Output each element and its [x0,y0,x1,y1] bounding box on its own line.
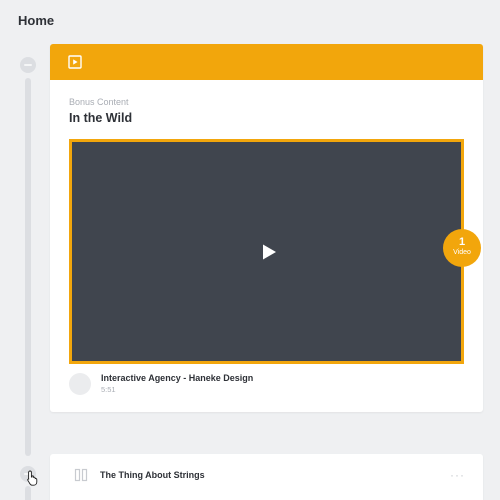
timeline-rail-lower [25,486,31,500]
card-title: In the Wild [69,111,133,125]
media-icon [68,55,82,69]
cursor-icon [27,470,38,486]
timeline-dot-top[interactable] [20,57,36,73]
video-duration: 5:51 [101,385,116,394]
video-player[interactable] [69,139,464,364]
card-header [50,44,483,80]
video-title[interactable]: Interactive Agency - Haneke Design [101,373,253,383]
play-icon[interactable] [260,243,278,261]
video-count-badge: 1 Video [443,229,481,267]
content-card: Bonus Content In the Wild 1 Video Intera… [50,44,483,412]
card-eyebrow: Bonus Content [69,97,129,107]
module-icon [74,468,88,482]
next-module-card[interactable]: The Thing About Strings ··· [50,454,483,500]
video-count-label: Video [453,249,471,256]
next-module-title: The Thing About Strings [100,470,205,480]
page: Home Bonus Content In the Wild 1 Video I… [0,0,500,500]
video-count: 1 [458,236,466,248]
page-title: Home [18,13,55,28]
avatar [69,373,91,395]
timeline-rail [25,78,31,456]
more-icon[interactable]: ··· [450,468,465,482]
